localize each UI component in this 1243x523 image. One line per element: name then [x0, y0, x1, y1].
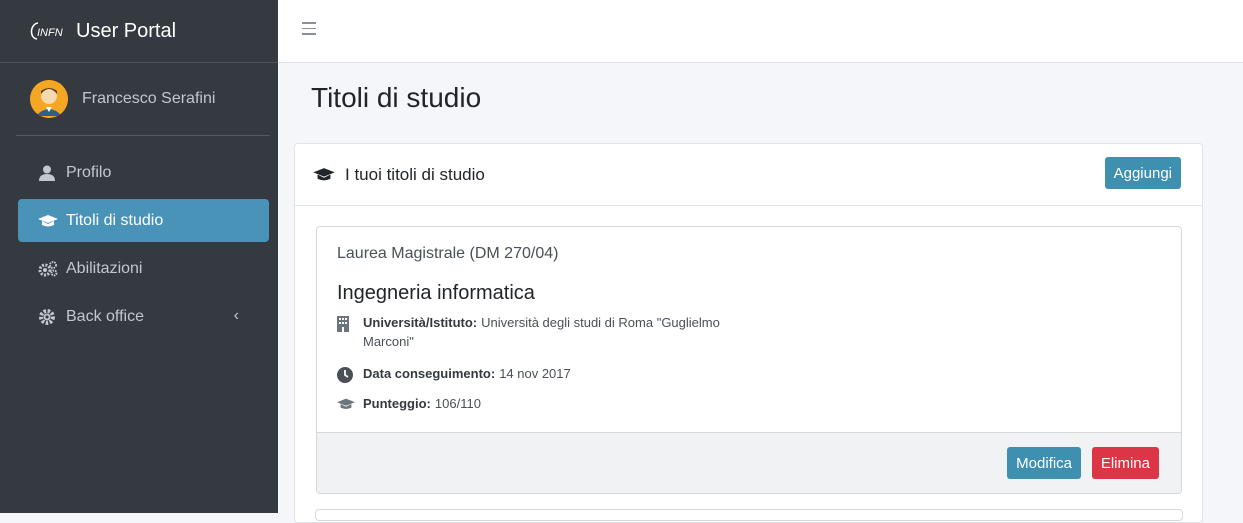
sidebar-item-back-office[interactable]: Back office ‹ — [18, 295, 269, 338]
university-row: Università/Istituto: Università degli stu… — [337, 315, 720, 349]
sidebar-item-profilo[interactable]: Profilo — [18, 151, 269, 194]
graduation-cap-icon — [337, 396, 355, 411]
degree-title: Ingegneria informatica — [337, 282, 535, 304]
score-value: 106/110 — [434, 396, 481, 411]
delete-button[interactable]: Elimina — [1091, 447, 1159, 479]
edit-button[interactable]: Modifica — [1007, 447, 1081, 479]
sidebar: INFN User Portal Francesco Serafini Prof… — [0, 0, 278, 513]
sidebar-item-label: Profilo — [66, 163, 112, 181]
degree-item: Laurea Magistrale (DM 270/04) Ingegneria… — [316, 226, 1182, 494]
degrees-card: I tuoi titoli di studio Aggiungi Laurea … — [294, 143, 1203, 523]
page-title: Titoli di studio — [311, 82, 482, 113]
graduation-cap-icon — [38, 212, 60, 230]
cogs-icon — [38, 260, 60, 278]
university-value-cont: Marconi" — [363, 334, 414, 349]
top-navbar — [278, 0, 1243, 63]
card-header: I tuoi titoli di studio Aggiungi — [295, 144, 1202, 206]
user-name[interactable]: Francesco Serafini — [82, 90, 215, 108]
degree-type: Laurea Magistrale (DM 270/04) — [337, 245, 559, 262]
next-degree-item — [315, 509, 1183, 521]
infn-logo-icon: INFN — [28, 21, 70, 41]
date-label: Data conseguimento: — [363, 366, 496, 381]
sidebar-item-label: Abilitazioni — [66, 259, 143, 277]
graduation-cap-icon — [313, 167, 335, 182]
university-label: Università/Istituto: — [363, 315, 478, 330]
cog-icon — [38, 308, 60, 326]
avatar[interactable] — [30, 80, 68, 118]
score-label: Punteggio: — [363, 396, 431, 411]
score-row: Punteggio: 106/110 — [337, 396, 481, 411]
sidebar-item-titoli[interactable]: Titoli di studio — [18, 199, 269, 242]
building-icon — [337, 315, 355, 349]
date-row: Data conseguimento: 14 nov 2017 — [337, 366, 571, 383]
user-panel[interactable]: Francesco Serafini — [16, 63, 270, 136]
degree-item-footer: Modifica Elimina — [317, 432, 1181, 493]
date-value: 14 nov 2017 — [499, 366, 571, 381]
sidebar-nav: Profilo Titoli di studio Abilitazioni Ba… — [18, 151, 269, 343]
brand-title: User Portal — [76, 19, 177, 42]
university-value: Università degli studi di Roma "Guglielm… — [481, 315, 720, 330]
chevron-left-icon[interactable]: ‹ — [234, 307, 239, 325]
add-button[interactable]: Aggiungi — [1104, 157, 1181, 189]
clock-icon — [337, 366, 355, 383]
sidebar-item-label: Back office — [66, 307, 144, 325]
brand-link[interactable]: INFN User Portal — [0, 0, 278, 63]
sidebar-item-abilitazioni[interactable]: Abilitazioni — [18, 247, 269, 290]
sidebar-item-label: Titoli di studio — [66, 211, 164, 229]
menu-toggle-icon[interactable] — [302, 22, 316, 39]
svg-text:INFN: INFN — [37, 27, 63, 39]
card-title: I tuoi titoli di studio — [345, 164, 485, 184]
user-icon — [38, 164, 60, 182]
